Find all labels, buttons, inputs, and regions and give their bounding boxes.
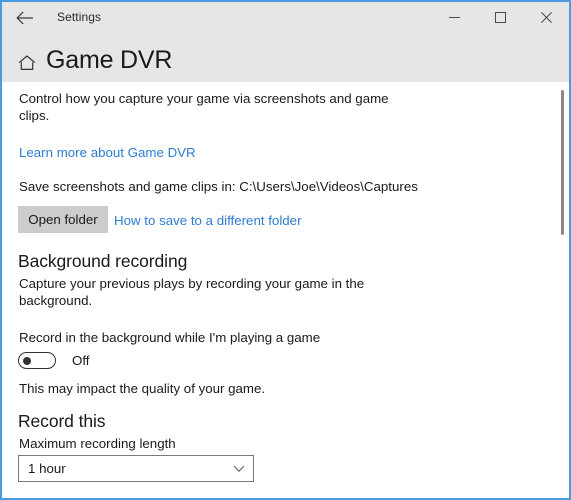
settings-window: Settings Game DVR Control how you captur…	[0, 0, 571, 500]
record-in-background-toggle[interactable]	[18, 352, 56, 369]
record-in-background-toggle-row: Off	[18, 352, 90, 369]
intro-text-line1: Control how you capture your game via sc…	[19, 91, 389, 106]
background-recording-desc-line1: Capture your previous plays by recording…	[19, 276, 365, 291]
maximum-recording-length-dropdown[interactable]: 1 hour	[18, 455, 254, 482]
record-in-background-label: Record in the background while I'm playi…	[19, 330, 321, 345]
maximize-button[interactable]	[477, 2, 523, 33]
home-icon[interactable]	[17, 53, 37, 73]
window-controls	[431, 2, 569, 33]
page-header: Game DVR	[2, 33, 569, 82]
toggle-knob	[23, 356, 31, 365]
window-title: Settings	[57, 10, 102, 24]
toggle-state-label: Off	[72, 353, 90, 368]
save-path-text: Save screenshots and game clips in: C:\U…	[19, 179, 418, 194]
page-title: Game DVR	[46, 46, 173, 74]
record-this-heading: Record this	[18, 411, 106, 431]
back-button[interactable]	[10, 4, 40, 32]
close-button[interactable]	[523, 2, 569, 33]
chevron-down-icon	[233, 464, 245, 474]
intro-text-line2: clips.	[19, 108, 50, 123]
quality-impact-note: This may impact the quality of your game…	[19, 381, 266, 396]
scrollbar-thumb[interactable]	[561, 90, 564, 235]
open-folder-button[interactable]: Open folder	[18, 206, 108, 233]
background-recording-desc-line2: background.	[19, 293, 93, 308]
maximum-recording-length-label: Maximum recording length	[19, 436, 176, 451]
dropdown-selected-value: 1 hour	[28, 461, 66, 476]
how-to-save-link[interactable]: How to save to a different folder	[114, 212, 302, 229]
content-scrollbar[interactable]	[557, 82, 569, 498]
minimize-button[interactable]	[431, 2, 477, 33]
title-bar: Settings	[2, 2, 569, 33]
learn-more-link[interactable]: Learn more about Game DVR	[19, 144, 196, 161]
background-recording-heading: Background recording	[18, 251, 188, 271]
settings-content: Control how you capture your game via sc…	[2, 82, 569, 498]
